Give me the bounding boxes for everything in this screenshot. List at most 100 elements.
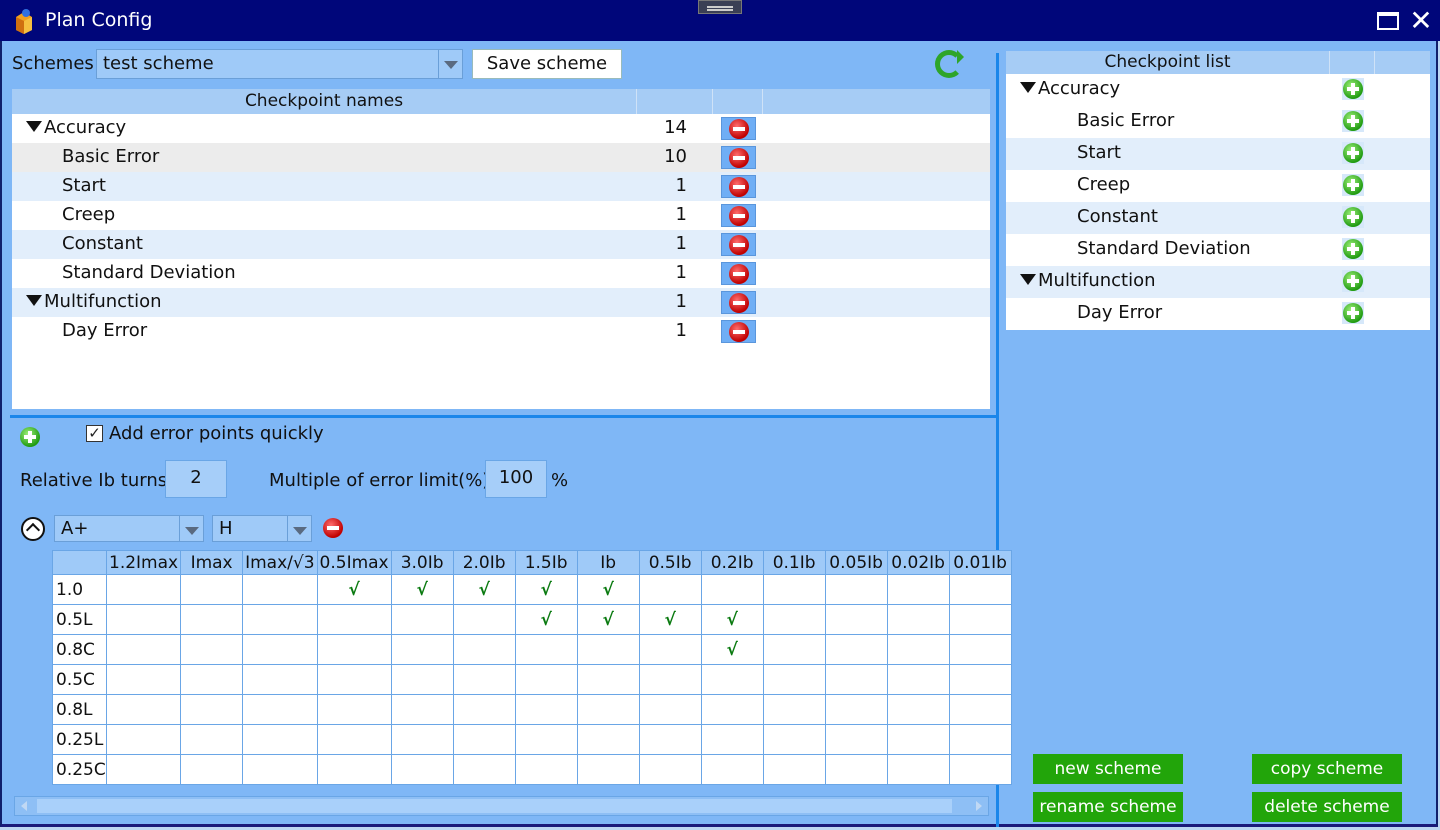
grid-cell[interactable]: [638, 724, 702, 755]
remove-button[interactable]: [721, 146, 756, 169]
add-button[interactable]: [1342, 174, 1364, 196]
quick-add-checkbox[interactable]: ✓: [86, 425, 103, 442]
grid-cell[interactable]: [452, 634, 516, 665]
grid-cell[interactable]: [948, 694, 1012, 725]
delete-scheme-button[interactable]: delete scheme: [1252, 792, 1402, 822]
tree-row-creep[interactable]: Creep 1: [12, 201, 990, 230]
list-row-multifunction[interactable]: Multifunction: [1006, 266, 1430, 298]
collapse-icon[interactable]: [21, 517, 45, 541]
refresh-icon[interactable]: [935, 50, 964, 78]
grid-cell[interactable]: [316, 604, 392, 635]
grid-cell[interactable]: [105, 754, 182, 785]
grid-cell[interactable]: [762, 634, 826, 665]
grid-cell[interactable]: [886, 664, 950, 695]
grid-cell[interactable]: [948, 604, 1012, 635]
save-scheme-button[interactable]: Save scheme: [472, 49, 622, 79]
grid-cell[interactable]: [576, 634, 640, 665]
grid-cell[interactable]: √: [316, 574, 392, 605]
grid-cell[interactable]: [824, 694, 888, 725]
grid-cell[interactable]: [242, 634, 318, 665]
grid-cell[interactable]: [824, 724, 888, 755]
grid-cell[interactable]: [948, 664, 1012, 695]
add-button[interactable]: [1342, 238, 1364, 260]
grid-cell[interactable]: [824, 574, 888, 605]
tree-row-accuracy[interactable]: Accuracy 14: [12, 114, 990, 143]
tree-row-basic-error[interactable]: Basic Error 10: [12, 143, 990, 172]
grid-cell[interactable]: [824, 754, 888, 785]
grid-cell[interactable]: [180, 604, 244, 635]
grid-cell[interactable]: [700, 664, 764, 695]
list-row-day-error[interactable]: Day Error: [1006, 298, 1430, 330]
grid-cell[interactable]: [105, 664, 182, 695]
grid-cell[interactable]: [316, 754, 392, 785]
grid-cell[interactable]: [390, 604, 454, 635]
copy-scheme-button[interactable]: copy scheme: [1252, 754, 1402, 784]
add-button[interactable]: [1342, 110, 1364, 132]
grid-cell[interactable]: [452, 664, 516, 695]
tree-row-multifunction[interactable]: Multifunction 1: [12, 288, 990, 317]
add-button[interactable]: [1342, 206, 1364, 228]
grid-cell[interactable]: [638, 634, 702, 665]
grid-cell[interactable]: √: [514, 574, 578, 605]
chevron-down-icon[interactable]: [179, 516, 203, 541]
grid-cell[interactable]: [886, 634, 950, 665]
tree-row-constant[interactable]: Constant 1: [12, 230, 990, 259]
grid-cell[interactable]: [390, 724, 454, 755]
grid-cell[interactable]: [762, 724, 826, 755]
remove-button[interactable]: [721, 233, 756, 256]
grid-cell[interactable]: [514, 724, 578, 755]
grid-cell[interactable]: [242, 694, 318, 725]
expand-triangle-icon[interactable]: [1020, 274, 1036, 285]
add-button[interactable]: [1342, 78, 1364, 100]
chevron-down-icon[interactable]: [287, 516, 311, 541]
grid-cell[interactable]: [824, 604, 888, 635]
tree-row-day-error[interactable]: Day Error 1: [12, 317, 990, 346]
grid-cell[interactable]: [700, 574, 764, 605]
grid-cell[interactable]: √: [576, 574, 640, 605]
grid-cell[interactable]: [316, 694, 392, 725]
grid-cell[interactable]: [390, 664, 454, 695]
grid-cell[interactable]: √: [514, 604, 578, 635]
expand-triangle-icon[interactable]: [1020, 82, 1036, 93]
list-row-accuracy[interactable]: Accuracy: [1006, 74, 1430, 106]
grid-cell[interactable]: [700, 694, 764, 725]
grid-cell[interactable]: [638, 694, 702, 725]
grid-cell[interactable]: [638, 664, 702, 695]
phase-select[interactable]: A+: [54, 515, 204, 542]
grid-cell[interactable]: [180, 574, 244, 605]
grid-cell[interactable]: [452, 694, 516, 725]
grid-cell[interactable]: [948, 634, 1012, 665]
add-button[interactable]: [1342, 302, 1364, 324]
grid-cell[interactable]: [180, 724, 244, 755]
grid-cell[interactable]: [762, 604, 826, 635]
grid-cell[interactable]: √: [452, 574, 516, 605]
grid-cell[interactable]: [105, 604, 182, 635]
grid-cell[interactable]: [390, 634, 454, 665]
grid-cell[interactable]: [948, 574, 1012, 605]
close-icon[interactable]: ✕: [1408, 6, 1434, 36]
list-row-creep[interactable]: Creep: [1006, 170, 1430, 202]
grid-cell[interactable]: √: [700, 634, 764, 665]
grid-cell[interactable]: [180, 664, 244, 695]
horizontal-splitter[interactable]: [10, 415, 996, 418]
maximize-icon[interactable]: [1377, 12, 1399, 30]
grid-cell[interactable]: [824, 664, 888, 695]
remove-button[interactable]: [721, 204, 756, 227]
chevron-down-icon[interactable]: [438, 50, 462, 78]
grid-cell[interactable]: [316, 634, 392, 665]
remove-button[interactable]: [721, 262, 756, 285]
grid-cell[interactable]: [105, 574, 182, 605]
grid-cell[interactable]: [762, 574, 826, 605]
grid-cell[interactable]: [180, 634, 244, 665]
grid-cell[interactable]: [514, 634, 578, 665]
grid-cell[interactable]: [576, 694, 640, 725]
scroll-right-icon[interactable]: [976, 801, 982, 811]
grid-cell[interactable]: [105, 724, 182, 755]
grid-cell[interactable]: [948, 724, 1012, 755]
grid-cell[interactable]: [700, 754, 764, 785]
tree-row-standard-deviation[interactable]: Standard Deviation 1: [12, 259, 990, 288]
grid-cell[interactable]: [762, 754, 826, 785]
grid-cell[interactable]: [105, 694, 182, 725]
grid-cell[interactable]: [886, 724, 950, 755]
grid-cell[interactable]: [824, 634, 888, 665]
